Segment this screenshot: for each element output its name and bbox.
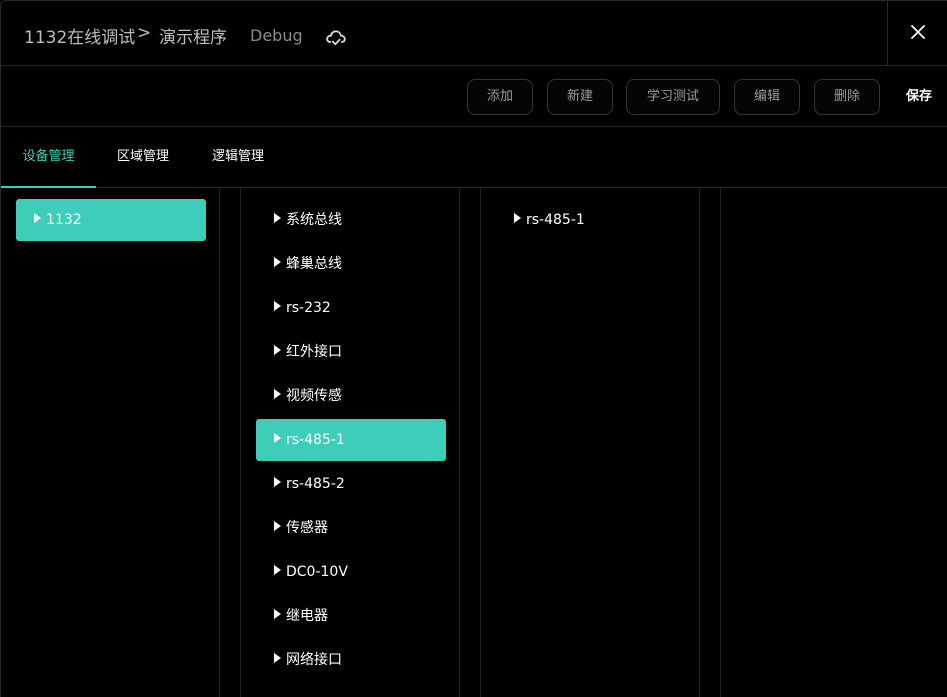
interface-item-relay[interactable]: 继电器 xyxy=(256,595,446,637)
column-divider xyxy=(219,188,220,697)
tab-bar: 设备管理 区域管理 逻辑管理 xyxy=(1,127,947,188)
debug-window: 1132在线调试 > 演示程序 Debug 添加 新建 学习测试 编辑 删除 保… xyxy=(0,0,947,697)
device-item-label: 1132 xyxy=(46,212,82,228)
caret-right-icon xyxy=(274,301,281,311)
interface-item-label: rs-232 xyxy=(286,300,331,316)
device-browser: 1132 系统总线 蜂巢总线 rs-232 红外接口 视频传感 rs-485-1… xyxy=(1,188,947,697)
caret-right-icon xyxy=(274,345,281,355)
breadcrumb-separator: > xyxy=(137,23,152,43)
breadcrumb-program: 演示程序 xyxy=(159,28,227,48)
interface-item-rs232[interactable]: rs-232 xyxy=(256,287,446,329)
interface-item-label: DC0-10V xyxy=(286,564,348,580)
add-button[interactable]: 添加 xyxy=(467,79,533,115)
title-bar: 1132在线调试 > 演示程序 Debug xyxy=(1,1,947,66)
interface-item-sensor[interactable]: 传感器 xyxy=(256,507,446,549)
interface-item-video-sensor[interactable]: 视频传感 xyxy=(256,375,446,417)
caret-right-icon xyxy=(274,609,281,619)
learn-test-button[interactable]: 学习测试 xyxy=(626,79,720,115)
tab-area-management[interactable]: 区域管理 xyxy=(102,127,184,187)
interface-item-label: 蜂巢总线 xyxy=(286,256,342,272)
caret-right-icon xyxy=(34,213,41,223)
caret-right-icon xyxy=(274,389,281,399)
column-divider xyxy=(720,188,721,697)
column-divider xyxy=(459,188,460,697)
interface-item-label: 传感器 xyxy=(286,520,328,536)
interface-item-label: 视频传感 xyxy=(286,388,342,404)
interface-item-rs485-1[interactable]: rs-485-1 xyxy=(256,419,446,461)
interface-item-rs485-2[interactable]: rs-485-2 xyxy=(256,463,446,505)
interface-item-network[interactable]: 网络接口 xyxy=(256,639,446,681)
tab-logic-management[interactable]: 逻辑管理 xyxy=(197,127,279,187)
interface-item-label: 系统总线 xyxy=(286,212,342,228)
interface-item-infrared[interactable]: 红外接口 xyxy=(256,331,446,373)
interface-item-dc0-10v[interactable]: DC0-10V xyxy=(256,551,446,593)
caret-right-icon xyxy=(274,653,281,663)
caret-right-icon xyxy=(274,257,281,267)
cloud-check-icon[interactable] xyxy=(325,27,347,47)
channel-item-label: rs-485-1 xyxy=(526,212,585,228)
caret-right-icon xyxy=(274,477,281,487)
mode-label: Debug xyxy=(250,26,303,45)
channel-item-rs485-1[interactable]: rs-485-1 xyxy=(496,199,686,241)
caret-right-icon xyxy=(514,213,521,223)
close-area xyxy=(887,1,947,65)
interface-item-label: rs-485-2 xyxy=(286,476,345,492)
device-item-1132[interactable]: 1132 xyxy=(16,199,206,241)
caret-right-icon xyxy=(274,565,281,575)
column-divider xyxy=(240,188,241,697)
close-icon[interactable] xyxy=(909,23,927,41)
breadcrumb-device[interactable]: 1132在线调试 xyxy=(24,23,135,48)
interface-item-label: 继电器 xyxy=(286,608,328,624)
interface-item-hive-bus[interactable]: 蜂巢总线 xyxy=(256,243,446,285)
tab-device-management[interactable]: 设备管理 xyxy=(1,127,96,188)
interface-item-label: rs-485-1 xyxy=(286,432,345,448)
caret-right-icon xyxy=(274,433,281,443)
edit-button[interactable]: 编辑 xyxy=(734,79,800,115)
delete-button[interactable]: 删除 xyxy=(814,79,880,115)
column-divider xyxy=(699,188,700,697)
toolbar: 添加 新建 学习测试 编辑 删除 保存 xyxy=(1,66,947,127)
new-button[interactable]: 新建 xyxy=(547,79,613,115)
column-divider xyxy=(480,188,481,697)
interface-item-system-bus[interactable]: 系统总线 xyxy=(256,199,446,241)
caret-right-icon xyxy=(274,521,281,531)
interface-item-label: 网络接口 xyxy=(286,652,342,668)
save-button[interactable]: 保存 xyxy=(894,79,944,115)
caret-right-icon xyxy=(274,213,281,223)
interface-item-label: 红外接口 xyxy=(286,344,342,360)
